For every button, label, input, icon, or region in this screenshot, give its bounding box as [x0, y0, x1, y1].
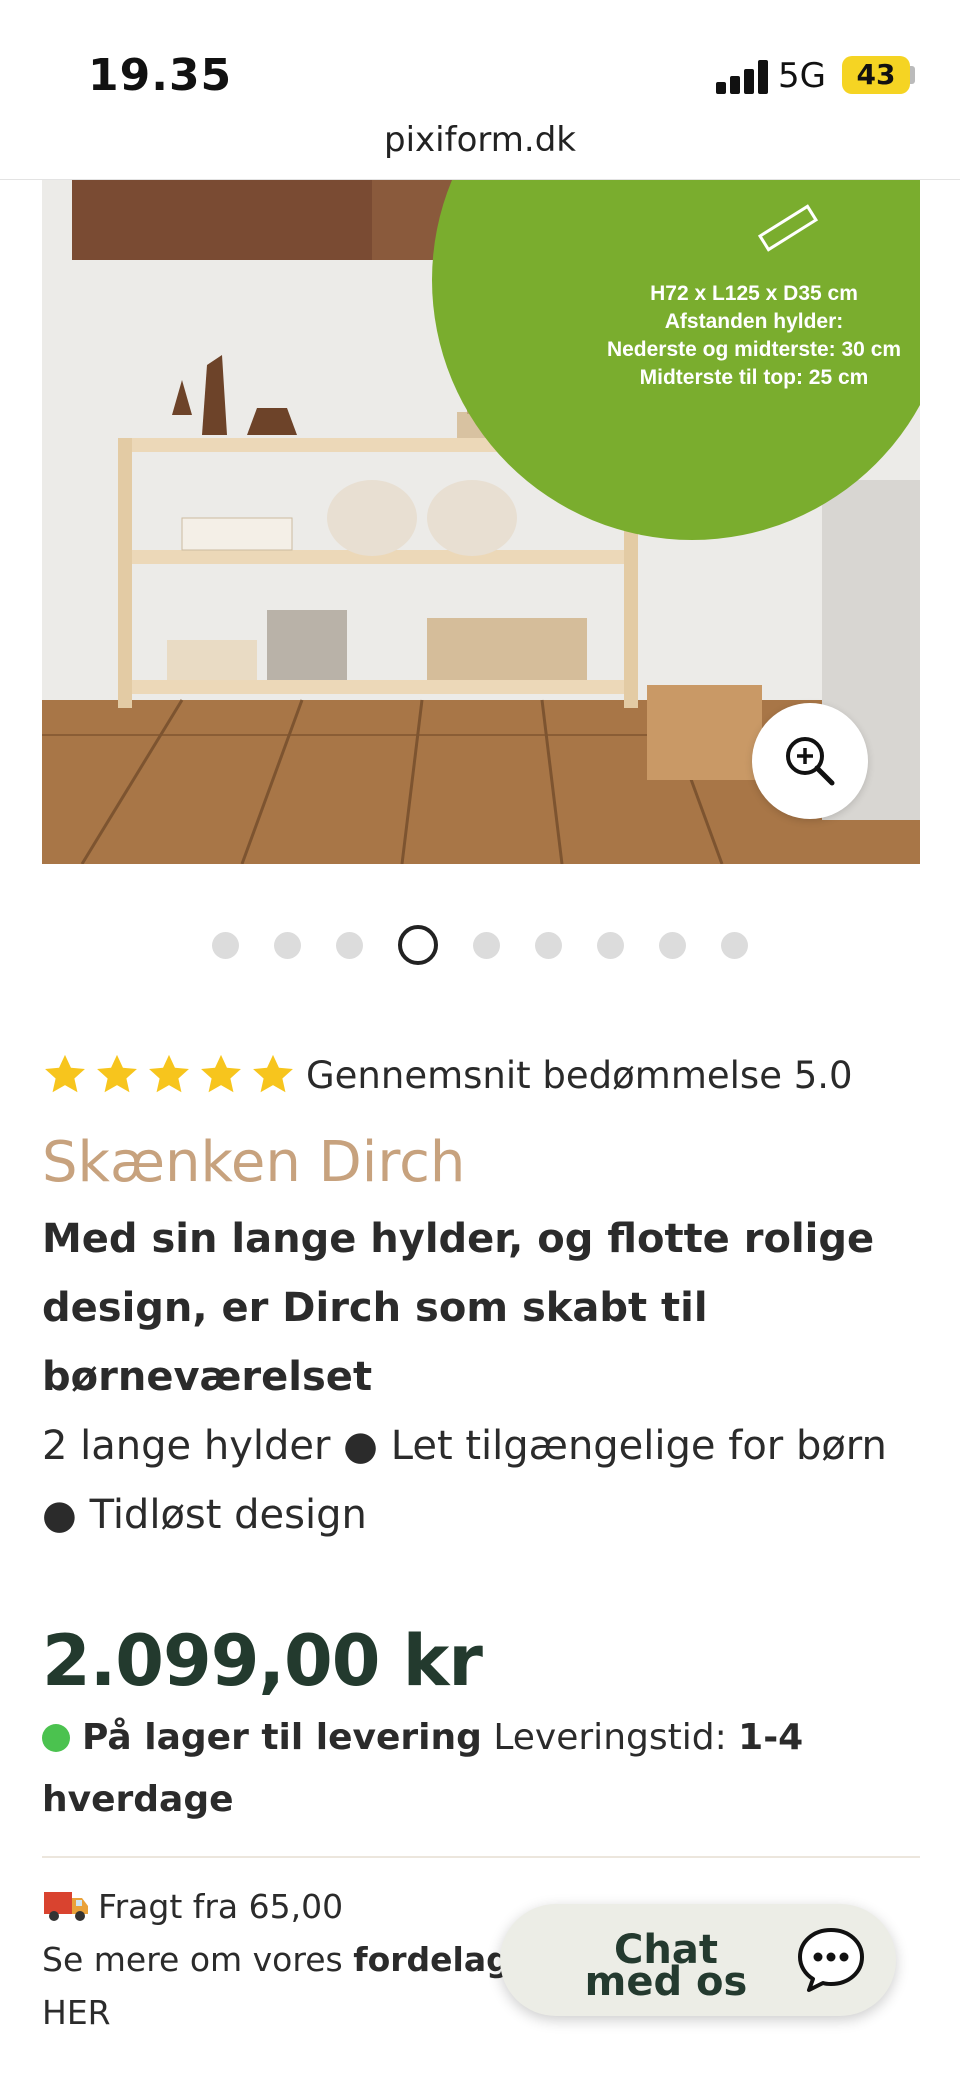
rating[interactable]: Gennemsnit bedømmelse 5.0: [42, 1050, 853, 1100]
zoom-in-icon: [786, 737, 835, 786]
carousel-dot[interactable]: [274, 931, 301, 959]
star-icon: [97, 1054, 137, 1093]
carousel-dot[interactable]: [473, 931, 500, 959]
badge-line-3: Nederste og midterste: 30 cm: [607, 338, 901, 361]
carousel-dot[interactable]: [212, 931, 239, 959]
delivery-label: Leveringstid:: [493, 1717, 727, 1758]
chat-label: Chat med os: [584, 1927, 748, 2005]
carousel-dots: [0, 920, 960, 970]
star-icon: [253, 1054, 293, 1093]
signal-icon: [716, 60, 768, 94]
carousel-dot-active[interactable]: [398, 925, 438, 965]
rating-stars: [42, 1052, 296, 1098]
delivery-time: 1-4: [738, 1717, 804, 1758]
network-label: 5G: [778, 56, 826, 96]
product-subtitle: Med sin lange hylder, og flotte rolige d…: [42, 1216, 875, 1400]
url-bar[interactable]: pixiform.dk: [0, 120, 960, 180]
in-stock-icon: [42, 1724, 70, 1752]
status-time: 19.35: [88, 50, 233, 101]
product-title: Skænken Dirch: [42, 1130, 466, 1195]
carousel-dot[interactable]: [336, 931, 363, 959]
badge-line-4: Midterste til top: 25 cm: [640, 366, 869, 389]
delivery-days: hverdage: [42, 1779, 234, 1820]
product-price: 2.099,00 kr: [42, 1620, 483, 1702]
battery-icon: 43: [842, 56, 910, 94]
battery-cap: [910, 66, 915, 84]
product-features: 2 lange hylder ● Let tilgængelige for bø…: [42, 1423, 887, 1538]
shipping-more-prefix: Se mere om vores: [42, 1940, 343, 1979]
zoom-button[interactable]: [752, 703, 868, 819]
chat-button[interactable]: Chat med os: [500, 1904, 896, 2016]
badge-line-2: Afstanden hylder:: [665, 310, 844, 333]
shipping-text: Fragt fra 65,00: [98, 1887, 344, 1926]
badge-line-1: H72 x L125 x D35 cm: [650, 282, 858, 305]
carousel-dot[interactable]: [721, 931, 748, 959]
carousel-dot[interactable]: [659, 931, 686, 959]
star-icon: [45, 1054, 85, 1093]
star-icon: [201, 1054, 241, 1093]
status-bar: 19.35 5G 43: [0, 0, 960, 118]
star-icon: [149, 1054, 189, 1093]
carousel-dot[interactable]: [597, 931, 624, 959]
stock-info: På lager til levering Leveringstid: 1-4 …: [42, 1707, 922, 1831]
rating-text: Gennemsnit bedømmelse 5.0: [306, 1053, 853, 1097]
chat-bubble-icon: [798, 1928, 864, 1992]
delivery-truck-icon: [44, 1892, 88, 1921]
carousel-dot[interactable]: [535, 931, 562, 959]
divider: [42, 1856, 920, 1858]
stock-status: På lager til levering: [82, 1717, 482, 1758]
